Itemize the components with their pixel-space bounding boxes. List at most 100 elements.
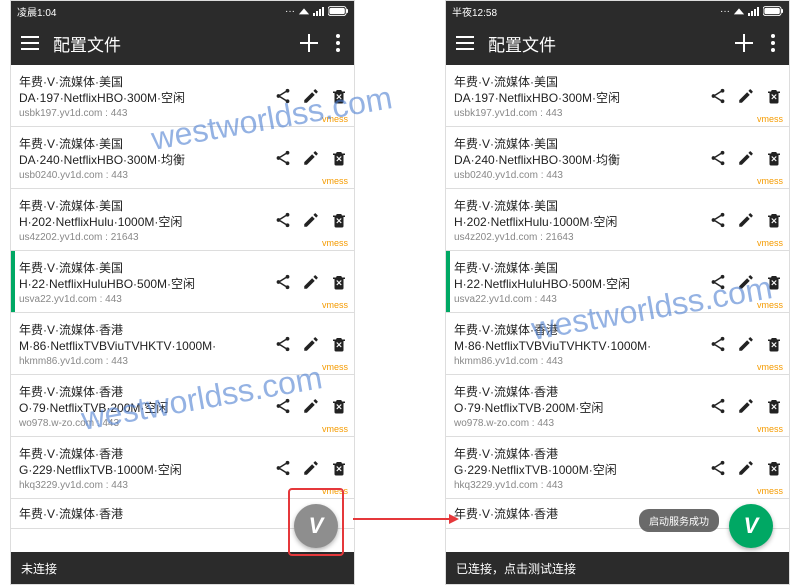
config-item[interactable]: 年费·V·流媒体·美国 DA·197·NetflixHBO·300M·空闲usb… bbox=[446, 65, 789, 127]
delete-icon[interactable] bbox=[330, 149, 348, 167]
edit-icon[interactable] bbox=[302, 397, 320, 415]
connection-status-bar[interactable]: 已连接，点击测试连接 bbox=[446, 552, 789, 584]
delete-icon[interactable] bbox=[330, 211, 348, 229]
delete-icon[interactable] bbox=[765, 273, 783, 291]
status-bar: 半夜12:58··· bbox=[446, 1, 789, 21]
config-item[interactable]: 年费·V·流媒体·美国 DA·240·NetflixHBO·300M·均衡usb… bbox=[446, 127, 789, 189]
edit-icon[interactable] bbox=[302, 211, 320, 229]
connect-fab[interactable]: V bbox=[294, 504, 338, 548]
item-title: 年费·V·流媒体·美国 DA·197·NetflixHBO·300M·空闲 bbox=[19, 74, 272, 106]
edit-icon[interactable] bbox=[302, 335, 320, 353]
delete-icon[interactable] bbox=[330, 273, 348, 291]
config-item[interactable]: 年费·V·流媒体·美国 H·22·NetflixHuluHBO·500M·空闲u… bbox=[446, 251, 789, 313]
delete-icon[interactable] bbox=[765, 149, 783, 167]
protocol-tag: vmess bbox=[322, 424, 348, 434]
add-button[interactable] bbox=[735, 34, 753, 52]
status-icons: ··· bbox=[720, 6, 783, 17]
share-icon[interactable] bbox=[274, 149, 292, 167]
delete-icon[interactable] bbox=[765, 397, 783, 415]
item-body: 年费·V·流媒体·香港 G·229·NetflixTVB·1000M·空闲hkq… bbox=[15, 437, 274, 498]
config-item[interactable]: 年费·V·流媒体·香港 G·229·NetflixTVB·1000M·空闲 hkq… bbox=[446, 437, 789, 499]
protocol-tag: vmess bbox=[322, 486, 348, 496]
edit-icon[interactable] bbox=[737, 211, 755, 229]
config-item[interactable]: 年费·V·流媒体·美国 H·22·NetflixHuluHBO·500M·空闲u… bbox=[11, 251, 354, 313]
share-icon[interactable] bbox=[709, 211, 727, 229]
status-bar: 凌晨1:04··· bbox=[11, 1, 354, 21]
edit-icon[interactable] bbox=[737, 87, 755, 105]
menu-icon[interactable] bbox=[21, 36, 39, 50]
protocol-tag: vmess bbox=[757, 486, 783, 496]
edit-icon[interactable] bbox=[302, 459, 320, 477]
edit-icon[interactable] bbox=[302, 87, 320, 105]
arrow-annotation bbox=[353, 518, 457, 520]
app-title: 配置文件 bbox=[488, 31, 721, 56]
share-icon[interactable] bbox=[274, 273, 292, 291]
share-icon[interactable] bbox=[274, 87, 292, 105]
item-subtitle: us4z202.yv1d.com : 21643 bbox=[454, 232, 707, 243]
delete-icon[interactable] bbox=[765, 335, 783, 353]
item-body: 年费·V·流媒体·香港 O·79·NetflixTVB·200M·空闲wo978… bbox=[15, 375, 274, 436]
item-title: 年费·V·流媒体·香港 O·79·NetflixTVB·200M·空闲 bbox=[454, 384, 707, 416]
config-list[interactable]: 年费·V·流媒体·美国 DA·197·NetflixHBO·300M·空闲usb… bbox=[11, 65, 354, 552]
item-title: 年费·V·流媒体·美国 H·22·NetflixHuluHBO·500M·空闲 bbox=[454, 260, 707, 292]
item-subtitle: hkq3229.yv1d.com : 443 bbox=[454, 480, 707, 491]
delete-icon[interactable] bbox=[330, 397, 348, 415]
edit-icon[interactable] bbox=[302, 149, 320, 167]
config-item[interactable]: 年费·V·流媒体·香港 M·86·NetflixTVBViuTVHKTV·100… bbox=[11, 313, 354, 375]
add-button[interactable] bbox=[300, 34, 318, 52]
protocol-tag: vmess bbox=[322, 114, 348, 124]
share-icon[interactable] bbox=[274, 459, 292, 477]
edit-icon[interactable] bbox=[737, 273, 755, 291]
item-body: 年费·V·流媒体·美国 DA·240·NetflixHBO·300M·均衡usb… bbox=[15, 127, 274, 188]
item-subtitle: usbk197.yv1d.com : 443 bbox=[454, 108, 707, 119]
edit-icon[interactable] bbox=[302, 273, 320, 291]
share-icon[interactable] bbox=[709, 273, 727, 291]
share-icon[interactable] bbox=[709, 149, 727, 167]
config-item[interactable]: 年费·V·流媒体·香港 M·86·NetflixTVBViuTVHKTV·100… bbox=[446, 313, 789, 375]
config-item[interactable]: 年费·V·流媒体·美国 DA·197·NetflixHBO·300M·空闲usb… bbox=[11, 65, 354, 127]
edit-icon[interactable] bbox=[737, 149, 755, 167]
config-item[interactable]: 年费·V·流媒体·香港 O·79·NetflixTVB·200M·空闲wo978… bbox=[11, 375, 354, 437]
share-icon[interactable] bbox=[274, 397, 292, 415]
connection-status-text: 已连接，点击测试连接 bbox=[456, 560, 576, 577]
config-item[interactable]: 年费·V·流媒体·香港 G·229·NetflixTVB·1000M·空闲hkq… bbox=[11, 437, 354, 499]
connect-fab[interactable]: V bbox=[729, 504, 773, 548]
config-item[interactable]: 年费·V·流媒体·美国 H·202·NetflixHulu·1000M·空闲us… bbox=[446, 189, 789, 251]
delete-icon[interactable] bbox=[330, 87, 348, 105]
menu-icon[interactable] bbox=[456, 36, 474, 50]
config-item[interactable]: 年费·V·流媒体·美国 DA·240·NetflixHBO·300M·均衡usb… bbox=[11, 127, 354, 189]
protocol-tag: vmess bbox=[757, 114, 783, 124]
overflow-menu-icon[interactable] bbox=[332, 34, 344, 52]
item-title: 年费·V·流媒体·美国 DA·240·NetflixHBO·300M·均衡 bbox=[19, 136, 272, 168]
item-body: 年费·V·流媒体·香港 M·86·NetflixTVBViuTVHKTV·100… bbox=[450, 313, 709, 374]
config-item[interactable]: 年费·V·流媒体·美国 H·202·NetflixHulu·1000M·空闲us… bbox=[11, 189, 354, 251]
item-title: 年费·V·流媒体·香港 G·229·NetflixTVB·1000M·空闲 bbox=[454, 446, 707, 478]
delete-icon[interactable] bbox=[330, 459, 348, 477]
app-bar: 配置文件 bbox=[446, 21, 789, 65]
share-icon[interactable] bbox=[274, 335, 292, 353]
connection-status-bar[interactable]: 未连接 bbox=[11, 552, 354, 584]
app-bar: 配置文件 bbox=[11, 21, 354, 65]
item-body: 年费·V·流媒体·美国 DA·240·NetflixHBO·300M·均衡usb… bbox=[450, 127, 709, 188]
share-icon[interactable] bbox=[709, 459, 727, 477]
config-list[interactable]: 年费·V·流媒体·美国 DA·197·NetflixHBO·300M·空闲usb… bbox=[446, 65, 789, 552]
edit-icon[interactable] bbox=[737, 397, 755, 415]
delete-icon[interactable] bbox=[765, 211, 783, 229]
item-subtitle: hkq3229.yv1d.com : 443 bbox=[19, 480, 272, 491]
status-time: 凌晨1:04 bbox=[17, 4, 56, 19]
overflow-menu-icon[interactable] bbox=[767, 34, 779, 52]
protocol-tag: vmess bbox=[757, 424, 783, 434]
share-icon[interactable] bbox=[709, 397, 727, 415]
share-icon[interactable] bbox=[274, 211, 292, 229]
item-title: 年费·V·流媒体·美国 H·22·NetflixHuluHBO·500M·空闲 bbox=[19, 260, 272, 292]
config-item[interactable]: 年费·V·流媒体·香港 O·79·NetflixTVB·200M·空闲wo978… bbox=[446, 375, 789, 437]
edit-icon[interactable] bbox=[737, 459, 755, 477]
share-icon[interactable] bbox=[709, 87, 727, 105]
edit-icon[interactable] bbox=[737, 335, 755, 353]
share-icon[interactable] bbox=[709, 335, 727, 353]
delete-icon[interactable] bbox=[765, 87, 783, 105]
delete-icon[interactable] bbox=[330, 335, 348, 353]
item-body: 年费·V·流媒体·美国 H·202·NetflixHulu·1000M·空闲us… bbox=[15, 189, 274, 250]
delete-icon[interactable] bbox=[765, 459, 783, 477]
item-body: 年费·V·流媒体·美国 H·22·NetflixHuluHBO·500M·空闲u… bbox=[15, 251, 274, 312]
